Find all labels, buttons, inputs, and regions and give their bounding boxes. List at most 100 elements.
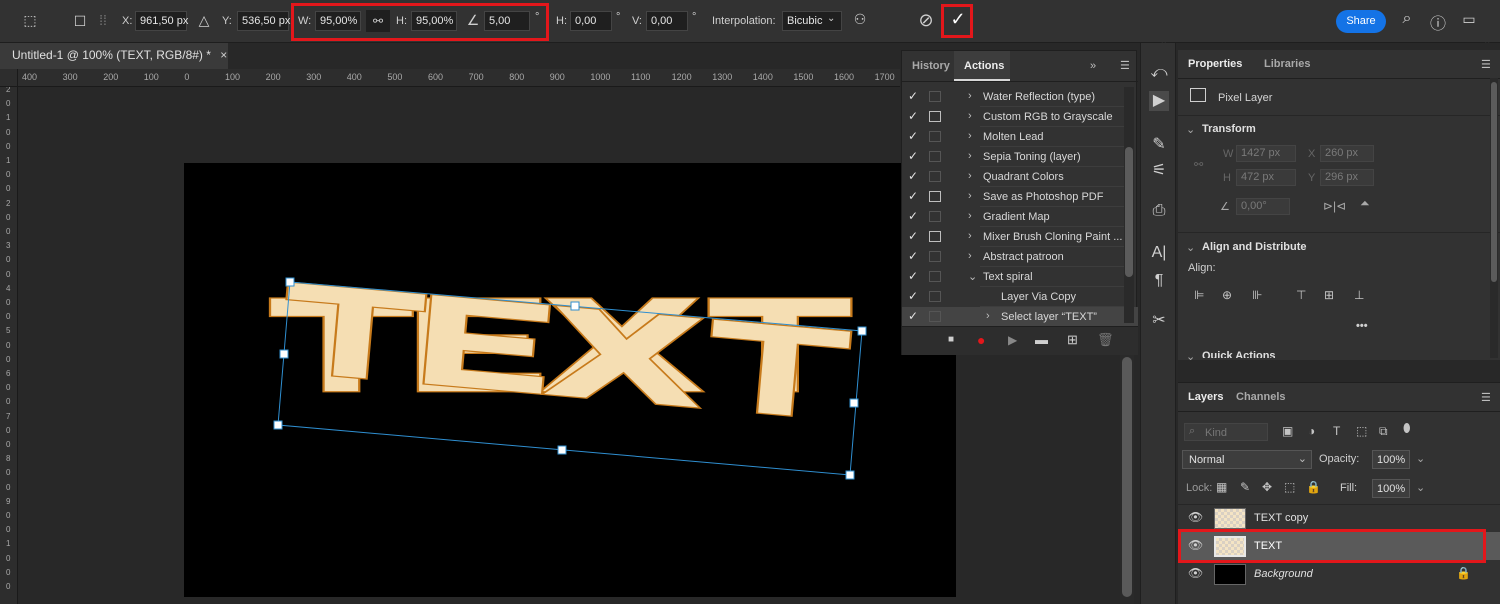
action-item[interactable]: ✓ › Mixer Brush Cloning Paint ... <box>902 227 1138 247</box>
eye-icon[interactable]: 👁 <box>1188 566 1203 580</box>
chevron-icon[interactable]: › <box>968 110 972 122</box>
align-top-icon[interactable]: ⊤ <box>1296 288 1306 302</box>
lock-transparent-icon[interactable]: ▦ <box>1216 480 1227 494</box>
align-left-icon[interactable]: ⊫ <box>1194 288 1204 302</box>
layer-row-background[interactable]: 👁 Background 🔒 <box>1178 560 1500 588</box>
dialog-toggle-icon[interactable] <box>929 211 941 222</box>
action-item[interactable]: ✓ › Molten Lead <box>902 127 1138 147</box>
tab-properties[interactable]: Properties <box>1178 50 1252 76</box>
trash-icon[interactable]: 🗑 <box>1097 332 1114 348</box>
check-icon[interactable]: ✓ <box>908 249 918 263</box>
align-middle-icon[interactable]: ⊞ <box>1324 288 1334 302</box>
actions-play-icon[interactable]: ▶ <box>1149 91 1169 111</box>
tab-actions[interactable]: Actions <box>954 51 1010 81</box>
lock-all-icon[interactable]: 🔒 <box>1306 480 1321 494</box>
filter-smart-icon[interactable]: ⧉ <box>1379 424 1388 439</box>
history-icon[interactable]: ⤺ <box>1149 63 1169 83</box>
dialog-toggle-icon[interactable] <box>929 191 941 202</box>
action-item[interactable]: ✓ › Save as Photoshop PDF <box>902 187 1138 207</box>
chevron-icon[interactable]: › <box>968 230 972 242</box>
h-field[interactable]: 472 px <box>1236 169 1296 186</box>
action-item[interactable]: ✓ Layer Via Copy <box>902 287 1138 307</box>
new-action-icon[interactable]: ⊞ <box>1067 332 1078 348</box>
x-field[interactable]: 260 px <box>1320 145 1374 162</box>
check-icon[interactable]: ✓ <box>908 189 918 203</box>
opacity-field[interactable]: 100% <box>1372 450 1410 469</box>
lock-artboard-icon[interactable]: ⬚ <box>1284 480 1295 494</box>
flip-vertical-icon[interactable]: ⏶ <box>1360 196 1370 211</box>
action-item[interactable]: ✓ › Gradient Map <box>902 207 1138 227</box>
properties-scrollbar[interactable] <box>1490 78 1498 358</box>
dialog-toggle-icon[interactable] <box>929 291 941 302</box>
lock-image-icon[interactable]: ✎ <box>1240 480 1250 494</box>
chevron-icon[interactable]: › <box>968 170 972 182</box>
chevron-icon[interactable]: › <box>968 190 972 202</box>
transform-handle[interactable] <box>279 349 289 359</box>
dialog-toggle-icon[interactable] <box>929 271 941 282</box>
folder-icon[interactable]: ▬ <box>1035 332 1048 347</box>
dialog-toggle-icon[interactable] <box>929 311 941 322</box>
dialog-toggle-icon[interactable] <box>929 111 941 122</box>
transform-handle[interactable] <box>857 326 867 336</box>
dialog-toggle-icon[interactable] <box>929 151 941 162</box>
action-item[interactable]: ✓ › Water Reflection (type) <box>902 87 1138 107</box>
check-icon[interactable]: ✓ <box>908 229 918 243</box>
stop-icon[interactable]: ■ <box>948 334 954 345</box>
chevron-icon[interactable]: › <box>986 310 990 322</box>
chevron-icon[interactable]: › <box>968 130 972 142</box>
actions-scrollbar[interactable] <box>1124 87 1134 323</box>
dialog-toggle-icon[interactable] <box>929 251 941 262</box>
filter-pixel-icon[interactable]: ▣ <box>1282 424 1293 438</box>
action-item[interactable]: ✓ › Custom RGB to Grayscale <box>902 107 1138 127</box>
align-center-icon[interactable]: ⊕ <box>1222 288 1232 302</box>
y-field[interactable]: 296 px <box>1320 169 1374 186</box>
chevron-icon[interactable]: › <box>968 210 972 222</box>
filter-toggle-icon[interactable]: ⬮ <box>1403 421 1411 436</box>
check-icon[interactable]: ✓ <box>908 169 918 183</box>
clone-source-icon[interactable]: ⎙ <box>1149 201 1169 221</box>
action-item[interactable]: ✓ › Sepia Toning (layer) <box>902 147 1138 167</box>
chevron-down-icon[interactable]: ⌄ <box>1186 123 1195 136</box>
check-icon[interactable]: ✓ <box>908 149 918 163</box>
chevron-icon[interactable]: › <box>968 90 972 102</box>
flip-horizontal-icon[interactable]: ⊳|⊲ <box>1323 199 1346 213</box>
transform-handle[interactable] <box>849 398 859 408</box>
chevron-down-icon[interactable]: ⌄ <box>1186 241 1195 254</box>
lock-position-icon[interactable]: ✥ <box>1262 480 1272 494</box>
dialog-toggle-icon[interactable] <box>929 91 941 102</box>
tab-channels[interactable]: Channels <box>1226 383 1296 409</box>
tools-icon[interactable]: ✂ <box>1149 311 1169 331</box>
check-icon[interactable]: ✓ <box>908 269 918 283</box>
tab-libraries[interactable]: Libraries <box>1254 50 1320 76</box>
more-options-icon[interactable]: ••• <box>1356 320 1368 332</box>
chevron-icon[interactable]: › <box>968 250 972 262</box>
character-icon[interactable]: A| <box>1149 243 1169 263</box>
align-bottom-icon[interactable]: ⊥ <box>1354 288 1364 302</box>
link-icon[interactable]: ⚯ <box>1194 158 1203 171</box>
check-icon[interactable]: ✓ <box>908 129 918 143</box>
chevron-down-icon[interactable]: ⌄ <box>1416 452 1425 465</box>
panel-menu-icon[interactable]: ☰ <box>1481 391 1491 404</box>
panel-menu-icon[interactable]: ☰ <box>1481 58 1491 71</box>
transform-handle[interactable] <box>570 301 580 311</box>
panel-menu-icon[interactable]: ☰ <box>1120 59 1130 72</box>
play-icon[interactable]: ▶ <box>1008 333 1017 347</box>
dialog-toggle-icon[interactable] <box>929 171 941 182</box>
blend-mode-select[interactable]: Normal ⌄ <box>1182 450 1312 469</box>
paragraph-icon[interactable]: ¶ <box>1149 271 1169 291</box>
transform-handle[interactable] <box>285 277 295 287</box>
w-field[interactable]: 1427 px <box>1236 145 1296 162</box>
action-item[interactable]: ✓ ⌄ Text spiral <box>902 267 1138 287</box>
chevron-down-icon[interactable]: ⌄ <box>1416 481 1425 494</box>
transform-handle[interactable] <box>557 445 567 455</box>
check-icon[interactable]: ✓ <box>908 109 918 123</box>
lock-icon[interactable]: 🔒 <box>1456 566 1471 580</box>
filter-type-icon[interactable]: T <box>1333 424 1340 438</box>
check-icon[interactable]: ✓ <box>908 309 918 323</box>
chevron-icon[interactable]: › <box>968 150 972 162</box>
check-icon[interactable]: ✓ <box>908 89 918 103</box>
filter-shape-icon[interactable]: ⬚ <box>1356 424 1367 438</box>
action-item[interactable]: ✓ › Quadrant Colors <box>902 167 1138 187</box>
record-icon[interactable]: ● <box>977 332 985 348</box>
dialog-toggle-icon[interactable] <box>929 231 941 242</box>
